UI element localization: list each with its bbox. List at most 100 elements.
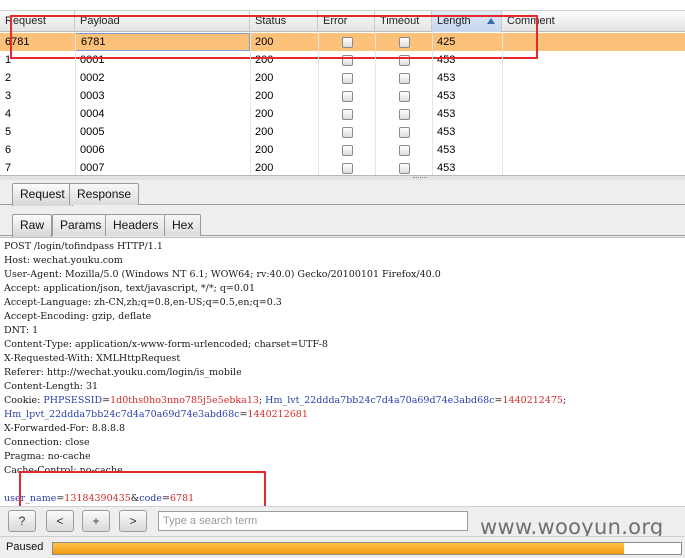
- cell-length: 453: [437, 144, 456, 156]
- attack-progress-bar: [52, 542, 682, 555]
- cell-length: 453: [437, 108, 456, 120]
- timeout-checkbox[interactable]: [399, 127, 410, 138]
- error-checkbox[interactable]: [342, 73, 353, 84]
- cell-request: 6: [5, 144, 12, 156]
- cell-status: 200: [255, 144, 274, 156]
- table-row[interactable]: 4 0004 200 453: [0, 105, 685, 123]
- tab-response[interactable]: Response: [69, 183, 140, 205]
- cookie-line: Cookie: PHPSESSID=1d0ths0ho3nno785j5e5eb…: [4, 395, 567, 406]
- table-row[interactable]: 6 0006 200 453: [0, 141, 685, 159]
- tab-label: Raw: [20, 218, 45, 232]
- timeout-checkbox[interactable]: [399, 91, 410, 102]
- tab-request[interactable]: Request: [12, 183, 73, 206]
- request-line: User-Agent: Mozilla/5.0 (Windows NT 6.1;…: [4, 269, 441, 280]
- error-checkbox[interactable]: [342, 145, 353, 156]
- cell-payload: 0004: [80, 108, 105, 120]
- column-divider: [375, 32, 376, 175]
- error-checkbox[interactable]: [342, 109, 353, 120]
- cell-payload: 0005: [80, 126, 105, 138]
- splitter-grip-icon: [413, 177, 427, 179]
- tab-label: Params: [60, 218, 102, 232]
- cookie-line-continued: Hm_lpvt_22ddda7bb24c7d4a70a69d74e3abd68c…: [4, 409, 308, 420]
- results-table[interactable]: Request Payload Status Error Timeout Len…: [0, 0, 685, 176]
- cell-request: 2: [5, 72, 12, 84]
- tab-label: Headers: [113, 218, 159, 232]
- status-text: Paused: [6, 541, 44, 553]
- cell-payload: 0006: [80, 144, 105, 156]
- cookie-prefix: Cookie:: [4, 395, 44, 406]
- previous-button[interactable]: <: [46, 510, 74, 532]
- next-button[interactable]: >: [119, 510, 147, 532]
- timeout-checkbox[interactable]: [399, 145, 410, 156]
- message-view-tabs: Raw Params Headers Hex: [0, 211, 685, 237]
- column-divider: [75, 32, 76, 175]
- cell-payload: 0003: [80, 90, 105, 102]
- request-line: Content-Length: 31: [4, 381, 99, 392]
- request-line: Host: wechat.youku.com: [4, 255, 123, 266]
- error-checkbox[interactable]: [342, 163, 353, 174]
- cell-length: 453: [437, 90, 456, 102]
- request-line: Referer: http://wechat.youku.com/login/i…: [4, 367, 242, 378]
- search-input[interactable]: [158, 511, 468, 531]
- progress-fill: [53, 543, 625, 554]
- timeout-checkbox[interactable]: [399, 73, 410, 84]
- cookie-value: 1440212681: [247, 409, 308, 420]
- highlight-box-selected-row: [10, 15, 538, 59]
- timeout-checkbox[interactable]: [399, 163, 410, 174]
- plus-icon: +: [92, 514, 100, 528]
- cookie-name: Hm_lpvt_22ddda7bb24c7d4a70a69d74e3abd68c: [4, 409, 240, 420]
- tab-params[interactable]: Params: [52, 214, 110, 236]
- request-line: X-Requested-With: XMLHttpRequest: [4, 353, 181, 364]
- cell-status: 200: [255, 72, 274, 84]
- cell-length: 453: [437, 72, 456, 84]
- request-line: Accept: application/json, text/javascrip…: [4, 283, 256, 294]
- request-line: POST /login/tofindpass HTTP/1.1: [4, 241, 163, 252]
- table-row[interactable]: 7 0007 200 453: [0, 159, 685, 175]
- arrow-right-icon: >: [129, 514, 137, 528]
- cell-request: 7: [5, 162, 12, 174]
- request-line: Accept-Language: zh-CN,zh;q=0.8,en-US;q=…: [4, 297, 282, 308]
- cell-request: 5: [5, 126, 12, 138]
- cell-status: 200: [255, 90, 274, 102]
- cell-length: 453: [437, 126, 456, 138]
- request-line: Content-Type: application/x-www-form-url…: [4, 339, 328, 350]
- arrow-left-icon: <: [56, 514, 64, 528]
- cell-status: 200: [255, 108, 274, 120]
- cookie-name: Hm_lvt_22ddda7bb24c7d4a70a69d74e3abd68c: [265, 395, 495, 406]
- error-checkbox[interactable]: [342, 127, 353, 138]
- error-checkbox[interactable]: [342, 91, 353, 102]
- cell-status: 200: [255, 126, 274, 138]
- cell-request: 4: [5, 108, 12, 120]
- tab-label: Request: [20, 187, 65, 201]
- cell-payload: 0002: [80, 72, 105, 84]
- cookie-value: 1d0ths0ho3nno785j5e5ebka13: [110, 395, 259, 406]
- request-line: Accept-Encoding: gzip, deflate: [4, 311, 152, 322]
- request-line: Connection: close: [4, 437, 90, 448]
- cell-payload: 0007: [80, 162, 105, 174]
- help-icon: ?: [18, 514, 26, 528]
- tab-raw[interactable]: Raw: [12, 214, 53, 237]
- cookie-value: 1440212475: [502, 395, 563, 406]
- tab-hex[interactable]: Hex: [164, 214, 202, 236]
- request-line: DNT: 1: [4, 325, 39, 336]
- column-divider: [432, 32, 433, 175]
- tab-label: Response: [77, 187, 132, 201]
- table-row[interactable]: 2 0002 200 453: [0, 69, 685, 87]
- column-divider: [502, 32, 503, 175]
- status-bar: Paused: [0, 536, 685, 558]
- cell-request: 3: [5, 90, 12, 102]
- cell-length: 453: [437, 162, 456, 174]
- cookie-name: PHPSESSID: [43, 395, 103, 406]
- add-button[interactable]: +: [82, 510, 110, 532]
- table-row[interactable]: 5 0005 200 453: [0, 123, 685, 141]
- help-button[interactable]: ?: [8, 510, 36, 532]
- cell-status: 200: [255, 162, 274, 174]
- message-pane-tabs: Request Response: [0, 180, 685, 206]
- request-line: Pragma: no-cache: [4, 451, 91, 462]
- timeout-checkbox[interactable]: [399, 109, 410, 120]
- table-row[interactable]: 3 0003 200 453: [0, 87, 685, 105]
- column-divider: [318, 32, 319, 175]
- tab-headers[interactable]: Headers: [105, 214, 167, 236]
- column-divider: [250, 32, 251, 175]
- raw-request-editor[interactable]: POST /login/tofindpass HTTP/1.1 Host: wec…: [0, 237, 685, 506]
